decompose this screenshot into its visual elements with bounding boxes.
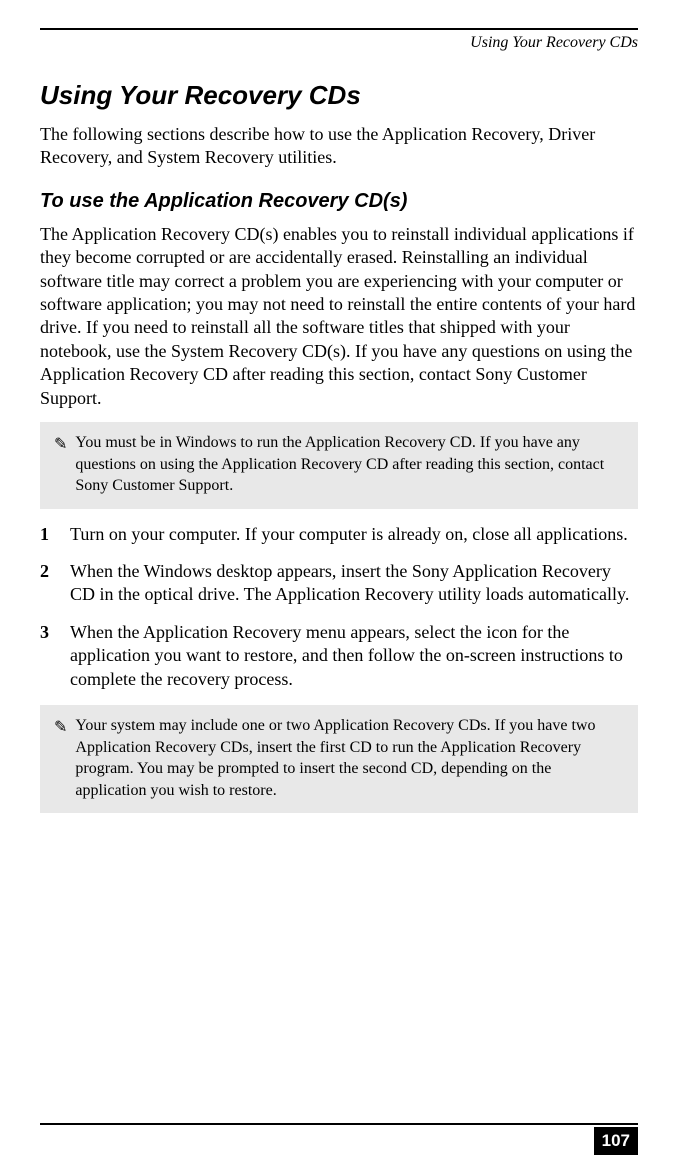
step-item: 3 When the Application Recovery menu app… bbox=[40, 621, 638, 691]
page-number: 107 bbox=[594, 1127, 638, 1155]
step-text: When the Application Recovery menu appea… bbox=[70, 621, 638, 691]
running-header: Using Your Recovery CDs bbox=[40, 34, 638, 52]
note-box-1: ✎ You must be in Windows to run the Appl… bbox=[40, 422, 638, 509]
step-item: 1 Turn on your computer. If your compute… bbox=[40, 523, 638, 546]
step-number: 2 bbox=[40, 560, 52, 607]
step-text: Turn on your computer. If your computer … bbox=[70, 523, 638, 546]
note-text-1: You must be in Windows to run the Applic… bbox=[75, 432, 624, 497]
note-text-2: Your system may include one or two Appli… bbox=[75, 715, 624, 801]
note-box-2: ✎ Your system may include one or two App… bbox=[40, 705, 638, 813]
footer: 107 bbox=[40, 1123, 638, 1125]
pencil-icon: ✎ bbox=[54, 434, 67, 454]
header-rule bbox=[40, 28, 638, 30]
section-subtitle: To use the Application Recovery CD(s) bbox=[40, 190, 638, 213]
step-number: 3 bbox=[40, 621, 52, 691]
body-paragraph: The Application Recovery CD(s) enables y… bbox=[40, 223, 638, 410]
step-item: 2 When the Windows desktop appears, inse… bbox=[40, 560, 638, 607]
pencil-icon: ✎ bbox=[54, 717, 67, 737]
step-number: 1 bbox=[40, 523, 52, 546]
footer-rule bbox=[40, 1123, 638, 1125]
intro-paragraph: The following sections describe how to u… bbox=[40, 123, 638, 170]
page-title: Using Your Recovery CDs bbox=[40, 80, 638, 111]
step-text: When the Windows desktop appears, insert… bbox=[70, 560, 638, 607]
numbered-steps: 1 Turn on your computer. If your compute… bbox=[40, 523, 638, 691]
